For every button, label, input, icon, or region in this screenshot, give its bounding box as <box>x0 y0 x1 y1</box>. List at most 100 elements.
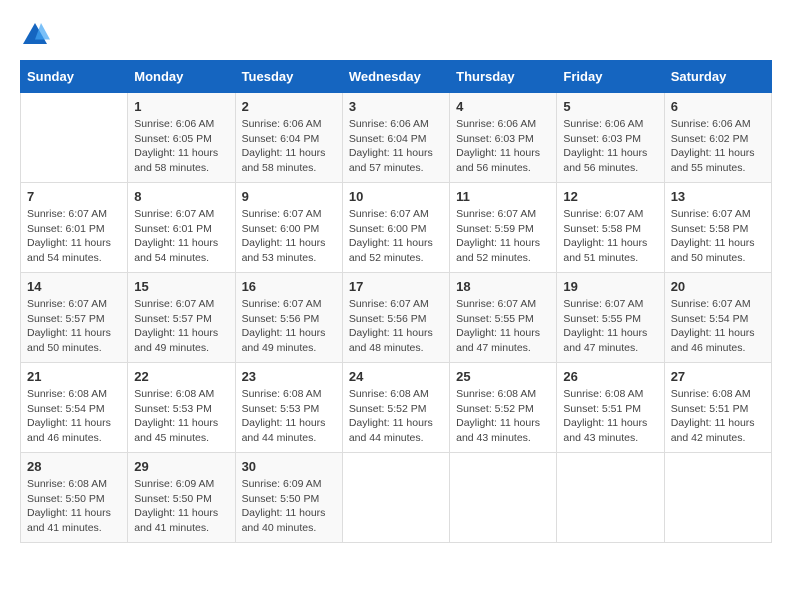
day-cell: 24Sunrise: 6:08 AMSunset: 5:52 PMDayligh… <box>342 363 449 453</box>
day-number: 13 <box>671 189 765 204</box>
day-cell: 29 Sunrise: 6:09 AMSunset: 5:50 PMDayligh… <box>128 453 235 543</box>
day-cell: 20 Sunrise: 6:07 AMSunset: 5:54 PMDayligh… <box>664 273 771 363</box>
day-detail: Sunrise: 6:08 AMSunset: 5:52 PMDaylight:… <box>349 387 443 446</box>
day-number: 3 <box>349 99 443 114</box>
day-number: 29 <box>134 459 228 474</box>
week-row-2: 14 Sunrise: 6:07 AMSunset: 5:57 PMDayligh… <box>21 273 772 363</box>
day-cell: 4 Sunrise: 6:06 AMSunset: 6:03 PMDaylight… <box>450 93 557 183</box>
day-cell: 15Sunrise: 6:07 AMSunset: 5:57 PMDayligh… <box>128 273 235 363</box>
day-number: 4 <box>456 99 550 114</box>
day-detail: Sunrise: 6:08 AMSunset: 5:54 PMDaylight:… <box>27 387 121 446</box>
day-number: 16 <box>242 279 336 294</box>
day-number: 21 <box>27 369 121 384</box>
day-number: 18 <box>456 279 550 294</box>
day-detail: Sunrise: 6:07 AMSunset: 5:56 PMDaylight:… <box>242 297 336 356</box>
week-row-4: 28Sunrise: 6:08 AMSunset: 5:50 PMDayligh… <box>21 453 772 543</box>
day-cell: 11 Sunrise: 6:07 AMSunset: 5:59 PMDayligh… <box>450 183 557 273</box>
day-cell: 28Sunrise: 6:08 AMSunset: 5:50 PMDayligh… <box>21 453 128 543</box>
day-detail: Sunrise: 6:07 AMSunset: 6:01 PMDaylight:… <box>27 207 121 266</box>
day-cell <box>664 453 771 543</box>
day-number: 26 <box>563 369 657 384</box>
header-cell-monday: Monday <box>128 61 235 93</box>
week-row-3: 21 Sunrise: 6:08 AMSunset: 5:54 PMDayligh… <box>21 363 772 453</box>
day-number: 8 <box>134 189 228 204</box>
day-cell: 23 Sunrise: 6:08 AMSunset: 5:53 PMDayligh… <box>235 363 342 453</box>
day-cell: 1 Sunrise: 6:06 AMSunset: 6:05 PMDaylight… <box>128 93 235 183</box>
day-detail: Sunrise: 6:07 AMSunset: 5:59 PMDaylight:… <box>456 207 550 266</box>
day-number: 5 <box>563 99 657 114</box>
header-cell-thursday: Thursday <box>450 61 557 93</box>
header-cell-saturday: Saturday <box>664 61 771 93</box>
day-detail: Sunrise: 6:06 AMSunset: 6:04 PMDaylight:… <box>349 117 443 176</box>
day-detail: Sunrise: 6:06 AMSunset: 6:04 PMDaylight:… <box>242 117 336 176</box>
day-number: 14 <box>27 279 121 294</box>
day-number: 27 <box>671 369 765 384</box>
day-number: 10 <box>349 189 443 204</box>
day-number: 11 <box>456 189 550 204</box>
day-number: 17 <box>349 279 443 294</box>
day-cell <box>557 453 664 543</box>
day-cell: 25 Sunrise: 6:08 AMSunset: 5:52 PMDayligh… <box>450 363 557 453</box>
day-cell: 30 Sunrise: 6:09 AMSunset: 5:50 PMDayligh… <box>235 453 342 543</box>
day-cell: 9Sunrise: 6:07 AMSunset: 6:00 PMDaylight… <box>235 183 342 273</box>
day-number: 22 <box>134 369 228 384</box>
day-detail: Sunrise: 6:09 AMSunset: 5:50 PMDaylight:… <box>242 477 336 536</box>
day-number: 15 <box>134 279 228 294</box>
day-number: 6 <box>671 99 765 114</box>
day-detail: Sunrise: 6:08 AMSunset: 5:50 PMDaylight:… <box>27 477 121 536</box>
day-detail: Sunrise: 6:09 AMSunset: 5:50 PMDaylight:… <box>134 477 228 536</box>
day-number: 23 <box>242 369 336 384</box>
day-detail: Sunrise: 6:06 AMSunset: 6:02 PMDaylight:… <box>671 117 765 176</box>
day-detail: Sunrise: 6:07 AMSunset: 5:56 PMDaylight:… <box>349 297 443 356</box>
day-number: 19 <box>563 279 657 294</box>
day-detail: Sunrise: 6:08 AMSunset: 5:53 PMDaylight:… <box>242 387 336 446</box>
day-detail: Sunrise: 6:06 AMSunset: 6:03 PMDaylight:… <box>563 117 657 176</box>
day-cell: 17 Sunrise: 6:07 AMSunset: 5:56 PMDayligh… <box>342 273 449 363</box>
day-number: 30 <box>242 459 336 474</box>
day-number: 9 <box>242 189 336 204</box>
day-cell: 21 Sunrise: 6:08 AMSunset: 5:54 PMDayligh… <box>21 363 128 453</box>
day-detail: Sunrise: 6:06 AMSunset: 6:05 PMDaylight:… <box>134 117 228 176</box>
calendar-table: SundayMondayTuesdayWednesdayThursdayFrid… <box>20 60 772 543</box>
day-detail: Sunrise: 6:08 AMSunset: 5:52 PMDaylight:… <box>456 387 550 446</box>
day-detail: Sunrise: 6:08 AMSunset: 5:53 PMDaylight:… <box>134 387 228 446</box>
day-cell: 18 Sunrise: 6:07 AMSunset: 5:55 PMDayligh… <box>450 273 557 363</box>
day-number: 25 <box>456 369 550 384</box>
day-number: 20 <box>671 279 765 294</box>
day-detail: Sunrise: 6:08 AMSunset: 5:51 PMDaylight:… <box>563 387 657 446</box>
day-cell <box>21 93 128 183</box>
logo-icon <box>20 20 50 50</box>
day-detail: Sunrise: 6:07 AMSunset: 5:55 PMDaylight:… <box>563 297 657 356</box>
day-cell: 19 Sunrise: 6:07 AMSunset: 5:55 PMDayligh… <box>557 273 664 363</box>
day-cell: 5 Sunrise: 6:06 AMSunset: 6:03 PMDaylight… <box>557 93 664 183</box>
day-cell <box>342 453 449 543</box>
day-detail: Sunrise: 6:07 AMSunset: 5:57 PMDaylight:… <box>27 297 121 356</box>
calendar-header: SundayMondayTuesdayWednesdayThursdayFrid… <box>21 61 772 93</box>
day-detail: Sunrise: 6:07 AMSunset: 5:54 PMDaylight:… <box>671 297 765 356</box>
day-cell: 22 Sunrise: 6:08 AMSunset: 5:53 PMDayligh… <box>128 363 235 453</box>
day-number: 2 <box>242 99 336 114</box>
logo <box>20 20 54 50</box>
day-detail: Sunrise: 6:07 AMSunset: 6:01 PMDaylight:… <box>134 207 228 266</box>
header-cell-friday: Friday <box>557 61 664 93</box>
calendar-body: 1 Sunrise: 6:06 AMSunset: 6:05 PMDaylight… <box>21 93 772 543</box>
header-cell-wednesday: Wednesday <box>342 61 449 93</box>
day-cell: 27 Sunrise: 6:08 AMSunset: 5:51 PMDayligh… <box>664 363 771 453</box>
day-cell: 10 Sunrise: 6:07 AMSunset: 6:00 PMDayligh… <box>342 183 449 273</box>
day-cell: 3 Sunrise: 6:06 AMSunset: 6:04 PMDaylight… <box>342 93 449 183</box>
day-cell: 12Sunrise: 6:07 AMSunset: 5:58 PMDayligh… <box>557 183 664 273</box>
header-cell-sunday: Sunday <box>21 61 128 93</box>
page-header <box>20 20 772 50</box>
day-number: 1 <box>134 99 228 114</box>
day-detail: Sunrise: 6:07 AMSunset: 5:58 PMDaylight:… <box>671 207 765 266</box>
day-cell: 26 Sunrise: 6:08 AMSunset: 5:51 PMDayligh… <box>557 363 664 453</box>
day-detail: Sunrise: 6:08 AMSunset: 5:51 PMDaylight:… <box>671 387 765 446</box>
day-detail: Sunrise: 6:06 AMSunset: 6:03 PMDaylight:… <box>456 117 550 176</box>
day-detail: Sunrise: 6:07 AMSunset: 6:00 PMDaylight:… <box>349 207 443 266</box>
day-cell: 16 Sunrise: 6:07 AMSunset: 5:56 PMDayligh… <box>235 273 342 363</box>
day-cell: 2 Sunrise: 6:06 AMSunset: 6:04 PMDaylight… <box>235 93 342 183</box>
day-detail: Sunrise: 6:07 AMSunset: 5:55 PMDaylight:… <box>456 297 550 356</box>
week-row-1: 7Sunrise: 6:07 AMSunset: 6:01 PMDaylight… <box>21 183 772 273</box>
header-row: SundayMondayTuesdayWednesdayThursdayFrid… <box>21 61 772 93</box>
header-cell-tuesday: Tuesday <box>235 61 342 93</box>
